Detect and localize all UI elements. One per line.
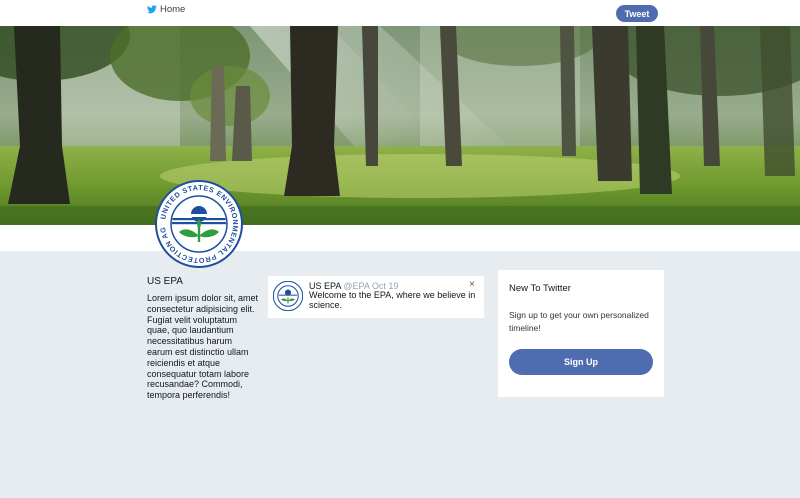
tweet-button[interactable]: Tweet xyxy=(616,5,658,22)
tweet-avatar-icon[interactable] xyxy=(273,281,303,311)
signup-description: Sign up to get your own personalized tim… xyxy=(509,310,649,333)
sign-up-button[interactable]: Sign Up xyxy=(509,349,653,375)
tweet-text: Welcome to the EPA, where we believe in … xyxy=(309,290,476,310)
signup-title: New To Twitter xyxy=(509,283,571,294)
profile-name: US EPA xyxy=(147,276,183,287)
home-link[interactable]: Home xyxy=(147,4,185,15)
close-icon[interactable]: × xyxy=(469,280,475,290)
avatar[interactable]: UNITED STATES ENVIRONMENTAL PROTECTION A… xyxy=(152,173,243,268)
twitter-bird-icon xyxy=(147,5,157,14)
profile-header-strip xyxy=(0,225,800,251)
tweet-card[interactable]: US EPA @EPA Oct 19 Welcome to the EPA, w… xyxy=(268,276,484,318)
epa-seal-icon: UNITED STATES ENVIRONMENTAL PROTECTION A… xyxy=(152,173,243,268)
top-nav: Home Tweet xyxy=(0,0,800,26)
home-label: Home xyxy=(160,4,186,15)
forest-banner-image xyxy=(0,26,800,225)
signup-card: New To Twitter Sign up to get your own p… xyxy=(498,270,664,397)
profile-bio: Lorem ipsum dolor sit, amet consectetur … xyxy=(147,293,259,401)
profile-banner xyxy=(0,26,800,225)
